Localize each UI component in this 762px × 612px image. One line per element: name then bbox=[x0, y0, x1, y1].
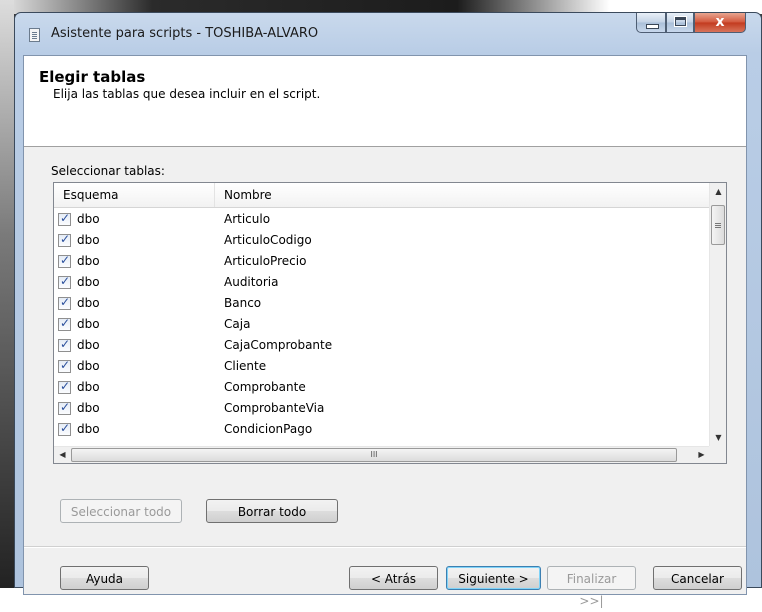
minimize-icon bbox=[646, 24, 659, 29]
select-all-button[interactable]: Seleccionar todo bbox=[60, 499, 182, 523]
table-rows: dbo Articulo dbo ArticuloCodigo dbo ArticuloP… bbox=[54, 209, 710, 440]
next-button[interactable]: Siguiente > bbox=[446, 566, 541, 590]
arrow-up-icon[interactable]: ▲ bbox=[710, 183, 726, 200]
maximize-button[interactable] bbox=[666, 13, 694, 33]
row-table-name: Auditoria bbox=[224, 275, 279, 289]
row-table-name: Caja bbox=[224, 317, 251, 331]
column-header-schema[interactable]: Esquema bbox=[63, 183, 118, 207]
row-checkbox[interactable] bbox=[58, 337, 71, 352]
back-button[interactable]: < Atrás bbox=[349, 566, 438, 590]
arrow-right-icon[interactable]: ▶ bbox=[693, 447, 710, 463]
close-button[interactable]: x bbox=[694, 13, 746, 33]
row-checkbox[interactable] bbox=[58, 211, 71, 226]
page-subtitle: Elija las tablas que desea incluir en el… bbox=[53, 87, 321, 101]
row-checkbox[interactable] bbox=[58, 274, 71, 289]
row-schema: dbo bbox=[77, 401, 100, 415]
horizontal-scrollbar[interactable]: ◀ III ▶ bbox=[54, 446, 710, 463]
table-row[interactable]: dbo Cliente bbox=[54, 356, 710, 377]
arrow-down-icon[interactable]: ▼ bbox=[710, 429, 726, 446]
row-table-name: ComprobanteVia bbox=[224, 401, 325, 415]
table-row[interactable]: dbo CajaComprobante bbox=[54, 335, 710, 356]
row-schema: dbo bbox=[77, 359, 100, 373]
select-tables-label: Seleccionar tablas: bbox=[51, 164, 165, 178]
row-schema: dbo bbox=[77, 254, 100, 268]
arrow-left-icon[interactable]: ◀ bbox=[54, 447, 71, 463]
column-header-name[interactable]: Nombre bbox=[224, 183, 272, 207]
row-checkbox[interactable] bbox=[58, 253, 71, 268]
row-table-name: ArticuloPrecio bbox=[224, 254, 307, 268]
column-header-row: Esquema Nombre bbox=[54, 183, 710, 208]
page-title: Elegir tablas bbox=[39, 68, 146, 86]
row-table-name: Banco bbox=[224, 296, 262, 310]
table-row[interactable]: dbo ArticuloPrecio bbox=[54, 251, 710, 272]
table-row[interactable]: dbo ComprobanteVia bbox=[54, 398, 710, 419]
row-table-name: Cliente bbox=[224, 359, 267, 373]
table-row[interactable]: dbo Comprobante bbox=[54, 377, 710, 398]
row-schema: dbo bbox=[77, 317, 100, 331]
minimize-button[interactable] bbox=[636, 13, 666, 33]
wizard-client-area: Elegir tablas Elija las tablas que desea… bbox=[23, 55, 747, 608]
close-icon: x bbox=[715, 14, 725, 30]
row-table-name: Articulo bbox=[224, 212, 271, 226]
row-schema: dbo bbox=[77, 212, 100, 226]
title-bar[interactable]: Asistente para scripts - TOSHIBA-ALVARO … bbox=[15, 13, 761, 55]
row-checkbox[interactable] bbox=[58, 400, 71, 415]
table-row[interactable]: dbo CondicionPago bbox=[54, 419, 710, 440]
vertical-scroll-thumb[interactable] bbox=[711, 205, 725, 245]
row-schema: dbo bbox=[77, 275, 100, 289]
row-table-name: Comprobante bbox=[224, 380, 306, 394]
row-checkbox[interactable] bbox=[58, 232, 71, 247]
row-schema: dbo bbox=[77, 380, 100, 394]
finish-button[interactable]: Finalizar >>| bbox=[547, 566, 636, 608]
row-checkbox[interactable] bbox=[58, 421, 71, 436]
row-table-name: ArticuloCodigo bbox=[224, 233, 312, 247]
wizard-header: Elegir tablas Elija las tablas que desea… bbox=[24, 56, 746, 147]
row-checkbox[interactable] bbox=[58, 295, 71, 310]
desktop-left-strip bbox=[0, 0, 14, 588]
row-checkbox[interactable] bbox=[58, 316, 71, 331]
clear-all-button[interactable]: Borrar todo bbox=[206, 499, 338, 523]
table-row[interactable]: dbo Articulo bbox=[54, 209, 710, 230]
tables-list[interactable]: Esquema Nombre dbo Articulo dbo ArticuloCod… bbox=[53, 182, 727, 464]
help-button[interactable]: Ayuda bbox=[60, 566, 149, 590]
window-title: Asistente para scripts - TOSHIBA-ALVARO bbox=[51, 26, 319, 41]
horizontal-scroll-thumb[interactable]: III bbox=[71, 448, 677, 462]
scroll-grip: III bbox=[370, 450, 378, 459]
document-icon bbox=[29, 28, 40, 42]
row-table-name: CajaComprobante bbox=[224, 338, 333, 352]
table-row[interactable]: dbo Auditoria bbox=[54, 272, 710, 293]
row-schema: dbo bbox=[77, 422, 100, 436]
script-wizard-window: Asistente para scripts - TOSHIBA-ALVARO … bbox=[14, 12, 762, 608]
row-table-name: CondicionPago bbox=[224, 422, 313, 436]
row-schema: dbo bbox=[77, 296, 100, 310]
row-schema: dbo bbox=[77, 233, 100, 247]
table-row[interactable]: dbo ArticuloCodigo bbox=[54, 230, 710, 251]
footer-divider bbox=[24, 546, 746, 548]
table-row[interactable]: dbo Caja bbox=[54, 314, 710, 335]
vertical-scrollbar[interactable]: ▲ ▼ bbox=[709, 183, 726, 446]
maximize-icon bbox=[674, 16, 687, 27]
cancel-button[interactable]: Cancelar bbox=[653, 566, 742, 590]
row-checkbox[interactable] bbox=[58, 379, 71, 394]
row-checkbox[interactable] bbox=[58, 358, 71, 373]
column-divider[interactable] bbox=[214, 183, 215, 207]
row-schema: dbo bbox=[77, 338, 100, 352]
scrollbar-corner bbox=[709, 446, 726, 463]
table-row[interactable]: dbo Banco bbox=[54, 293, 710, 314]
